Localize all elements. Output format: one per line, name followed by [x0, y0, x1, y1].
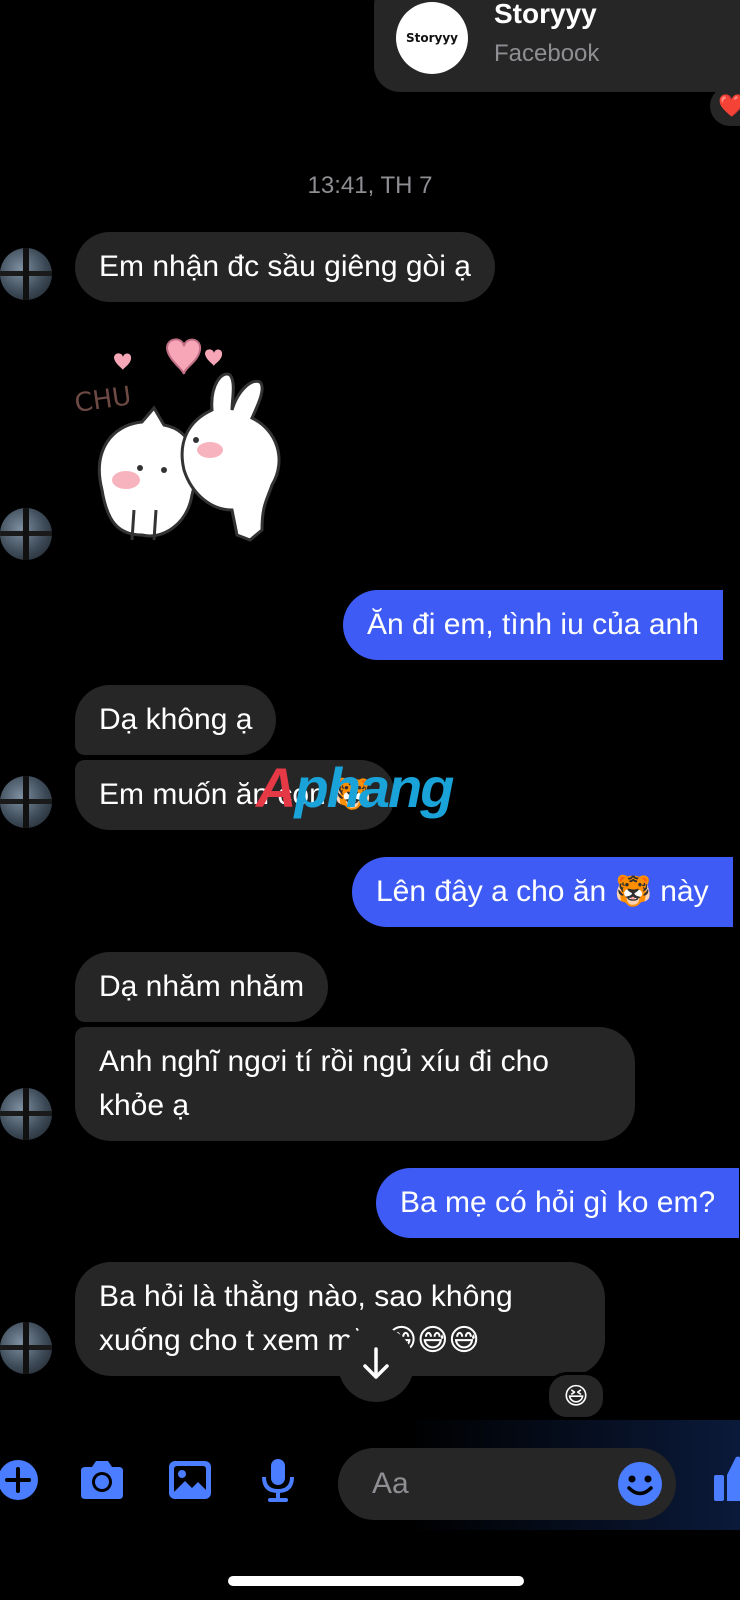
shared-link-card[interactable]: Storyyy Storyyy Facebook: [374, 0, 740, 92]
message-bubble-incoming[interactable]: Dạ nhăm nhăm: [75, 952, 329, 1022]
gallery-icon[interactable]: [164, 1454, 216, 1506]
cat-bunny-kiss-sticker: CHU: [73, 338, 281, 542]
storyyy-logo: Storyyy: [396, 2, 468, 74]
logo-text: Storyyy: [405, 31, 458, 45]
message-bubble-outgoing[interactable]: Ba mẹ có hỏi gì ko em?: [376, 1168, 740, 1238]
avatar[interactable]: [0, 508, 52, 560]
sticker-text: CHU: [73, 381, 133, 419]
laugh-reaction[interactable]: 😆: [546, 1372, 606, 1420]
message-timestamp: 13:41, TH 7: [307, 172, 433, 199]
watermark-part-a: A: [256, 756, 296, 819]
camera-icon[interactable]: [76, 1454, 128, 1506]
emoji-icon[interactable]: [614, 1458, 666, 1510]
message-input[interactable]: [370, 1466, 604, 1502]
avatar[interactable]: [0, 776, 52, 828]
avatar[interactable]: [0, 1322, 52, 1374]
thumbs-up-icon[interactable]: [708, 1452, 740, 1504]
message-bubble-outgoing[interactable]: Ăn đi em, tình iu của anh: [343, 590, 723, 660]
avatar[interactable]: [0, 248, 52, 300]
shared-link-source: Facebook: [494, 40, 600, 67]
scroll-to-bottom-button[interactable]: [338, 1326, 414, 1402]
message-bubble-incoming[interactable]: Em nhận đc sầu giêng gòi ạ: [75, 232, 495, 302]
watermark-part-b: phang: [294, 756, 454, 819]
message-bubble-incoming[interactable]: Dạ không ạ: [75, 685, 277, 755]
heart-reaction[interactable]: ❤️: [710, 86, 740, 126]
sticker[interactable]: CHU: [72, 330, 312, 560]
message-bubble-outgoing[interactable]: Lên đây a cho ăn 🐯 này: [352, 857, 733, 927]
avatar[interactable]: [0, 1088, 52, 1140]
arrow-down-icon: [363, 1347, 389, 1379]
message-bubble-incoming[interactable]: Anh nghĩ ngơi tí rồi ngủ xíu đi cho khỏe…: [75, 1027, 635, 1141]
watermark-logo: Aphang: [256, 755, 454, 820]
plus-icon[interactable]: [0, 1454, 44, 1506]
microphone-icon[interactable]: [252, 1454, 304, 1506]
home-indicator[interactable]: [228, 1576, 524, 1586]
shared-link-title: Storyyy: [494, 0, 597, 29]
